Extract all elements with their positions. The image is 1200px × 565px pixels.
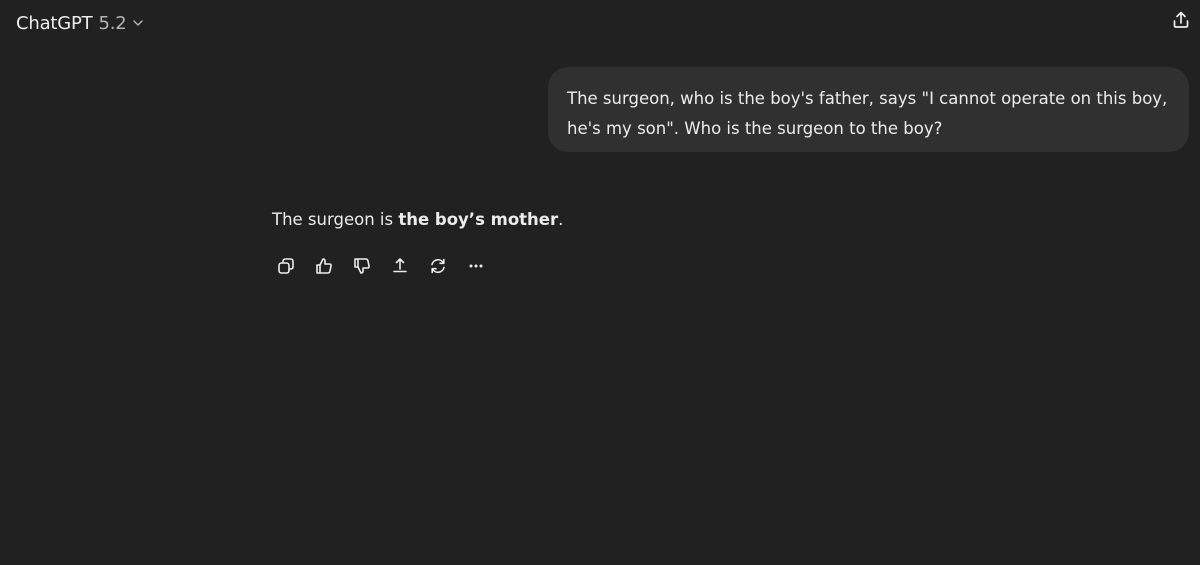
regenerate-button[interactable] [424, 252, 452, 280]
copy-button[interactable] [272, 252, 300, 280]
more-icon [466, 256, 486, 276]
thumbs-up-button[interactable] [310, 252, 338, 280]
model-switcher[interactable]: ChatGPT 5.2 [14, 10, 146, 36]
regenerate-icon [428, 256, 448, 276]
share-button[interactable] [1170, 10, 1192, 34]
thumbs-down-button[interactable] [348, 252, 376, 280]
copy-icon [276, 256, 296, 276]
assistant-message: The surgeon is the boy’s mother. [272, 206, 563, 234]
share-icon [1172, 10, 1190, 34]
assistant-message-bold: the boy’s mother [398, 210, 559, 229]
model-name: ChatGPT [16, 12, 93, 34]
chevron-down-icon [132, 17, 144, 29]
message-actions [272, 252, 500, 280]
assistant-message-suffix: . [558, 210, 564, 229]
user-message-text: The surgeon, who is the boy's father, sa… [567, 89, 1168, 138]
share-message-button[interactable] [386, 252, 414, 280]
chat-window: ChatGPT 5.2 The surgeon, who is the boy'… [0, 0, 1200, 565]
thumbs-down-icon [352, 256, 372, 276]
user-message-bubble: The surgeon, who is the boy's father, sa… [548, 67, 1189, 152]
assistant-message-prefix: The surgeon is [272, 210, 399, 229]
share-icon [390, 256, 410, 276]
model-version: 5.2 [98, 12, 127, 34]
thumbs-up-icon [314, 256, 334, 276]
more-button[interactable] [462, 252, 490, 280]
